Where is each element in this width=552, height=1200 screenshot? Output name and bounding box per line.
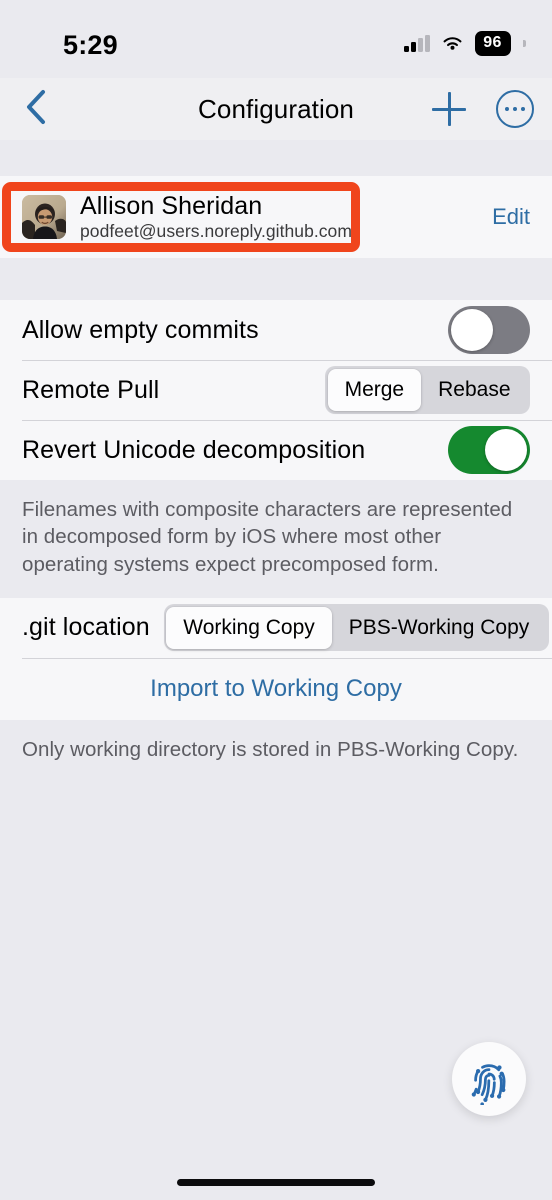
account-section: Allison Sheridan podfeet@users.noreply.g…: [0, 176, 552, 258]
home-indicator: [177, 1179, 375, 1186]
import-to-working-copy-button[interactable]: Import to Working Copy: [0, 657, 552, 720]
segment-merge[interactable]: Merge: [327, 368, 422, 412]
battery-nub: [523, 39, 526, 47]
row-revert-unicode[interactable]: Revert Unicode decomposition: [0, 420, 552, 480]
account-email: podfeet@users.noreply.github.com: [80, 221, 352, 242]
git-location-group: .git location Working Copy PBS-Working C…: [0, 597, 552, 720]
status-bar-time: 5:29: [63, 30, 118, 60]
edit-button[interactable]: Edit: [474, 204, 530, 230]
status-bar: 5:29 96: [0, 0, 552, 78]
revert-unicode-toggle[interactable]: [448, 426, 530, 474]
settings-group: Allow empty commits Remote Pull Merge Re…: [0, 300, 552, 480]
remote-pull-label: Remote Pull: [22, 375, 160, 404]
row-git-location[interactable]: .git location Working Copy PBS-Working C…: [0, 597, 552, 658]
row-allow-empty-commits[interactable]: Allow empty commits: [0, 300, 552, 360]
plus-icon[interactable]: [432, 92, 466, 126]
toggle-knob: [451, 309, 493, 351]
row-remote-pull[interactable]: Remote Pull Merge Rebase: [0, 360, 552, 420]
nav-actions: [432, 78, 534, 140]
revert-unicode-label: Revert Unicode decomposition: [22, 435, 366, 464]
allow-empty-commits-label: Allow empty commits: [22, 315, 259, 344]
account-text: Allison Sheridan podfeet@users.noreply.g…: [80, 192, 474, 241]
section-gap-2: [0, 258, 552, 300]
fingerprint-icon: [463, 1053, 515, 1105]
cellular-signal-icon: [404, 34, 430, 52]
remote-pull-segmented-control[interactable]: Merge Rebase: [325, 366, 530, 414]
ellipsis-circle-icon[interactable]: [496, 90, 534, 128]
segment-rebase[interactable]: Rebase: [421, 369, 527, 411]
empty-area: [0, 783, 552, 1183]
allow-empty-commits-toggle[interactable]: [448, 306, 530, 354]
status-bar-indicators: 96: [404, 30, 526, 56]
segment-pbs-working-copy[interactable]: PBS-Working Copy: [332, 607, 547, 649]
iphone-screen: 5:29 96 Configuration Allison Sheridan p…: [0, 0, 552, 1200]
wifi-icon: [441, 35, 464, 52]
fingerprint-unlock-button[interactable]: [452, 1042, 526, 1116]
unicode-footnote: Filenames with composite characters are …: [0, 480, 552, 598]
segment-working-copy[interactable]: Working Copy: [166, 606, 332, 649]
account-row[interactable]: Allison Sheridan podfeet@users.noreply.g…: [0, 176, 552, 258]
git-location-segmented-control[interactable]: Working Copy PBS-Working Copy: [163, 604, 549, 652]
git-location-label: .git location: [22, 613, 150, 642]
battery-icon: 96: [474, 30, 511, 56]
user-avatar-photo: [22, 195, 66, 239]
section-gap: [0, 140, 552, 176]
account-name: Allison Sheridan: [80, 192, 263, 221]
git-location-footnote: Only working directory is stored in PBS-…: [0, 719, 552, 783]
navigation-bar: Configuration: [0, 78, 552, 140]
toggle-knob: [485, 429, 527, 471]
